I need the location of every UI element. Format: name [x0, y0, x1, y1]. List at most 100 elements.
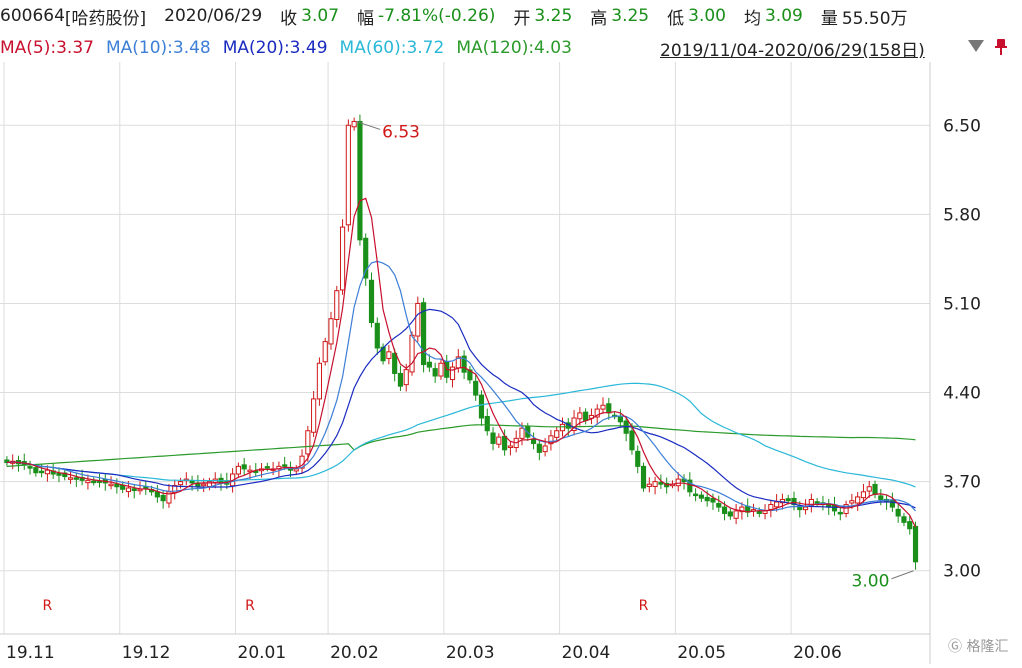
y-tick-label: 3.70 [943, 473, 981, 493]
candle-body [67, 477, 74, 480]
candle-body [530, 438, 537, 444]
avg-label: 均 [743, 8, 761, 29]
candle-body [264, 466, 270, 469]
ma10-line [6, 260, 916, 512]
candle-body [768, 504, 774, 510]
candle-body [478, 394, 485, 419]
candle-body [114, 483, 120, 488]
watermark-text: 格隆汇 [966, 639, 1009, 655]
candle-body [44, 469, 50, 475]
candle-body [108, 483, 114, 487]
candle-body [895, 508, 901, 517]
candle-body [502, 435, 508, 451]
candle-body [177, 481, 184, 486]
vol-value: 55.50万 [841, 8, 908, 29]
quote-header: 600664 [哈药股份] 2020/06/29 收 3.07 幅 -7.81%… [0, 0, 1022, 32]
candle-body [802, 506, 809, 511]
candle-body [600, 404, 606, 410]
candle-body [305, 430, 311, 455]
change-value: -7.81%(-0.26) [378, 6, 496, 26]
candle-body [583, 411, 589, 422]
candle-body [542, 445, 548, 453]
candle-body [606, 403, 612, 414]
candle-body [721, 506, 728, 514]
candle-body [397, 372, 404, 387]
candle-body [658, 481, 664, 485]
ma20-line [6, 308, 916, 509]
candle-body [154, 491, 160, 498]
candle-body [507, 445, 513, 449]
candle-body [351, 120, 357, 128]
candle-body [866, 486, 872, 492]
candle-body [652, 481, 658, 487]
vol-label: 量 [820, 8, 838, 29]
candle-body [710, 497, 716, 503]
candle-body [640, 465, 647, 489]
candle-body [311, 398, 317, 433]
candle-body [855, 496, 861, 504]
candle-body [85, 479, 91, 484]
candle-body [774, 501, 780, 508]
candle-body [143, 486, 149, 489]
chart-area: 6.50 5.80 5.10 4.40 3.70 3.00 19.11 19.12 20.01 2… [0, 62, 1022, 664]
x-tick-label: 20.06 [793, 643, 842, 663]
date-range-selector[interactable]: 2019/11/04-2020/06/29(158日) [660, 36, 925, 61]
avg-value: 3.09 [764, 6, 803, 26]
x-tick-label: 20.01 [238, 643, 287, 663]
x-tick-label: 20.04 [562, 643, 611, 663]
x-tick-label: 20.02 [330, 643, 379, 663]
candle-body [693, 493, 699, 497]
candle-body [33, 467, 39, 474]
candle-body [374, 322, 380, 349]
candle-body [415, 302, 421, 337]
quote-date: 2020/06/29 [164, 6, 263, 26]
ma20-legend: MA(20):3.49 [222, 38, 328, 58]
candle-body [785, 498, 791, 502]
change-label: 幅 [357, 8, 375, 29]
y-tick-label: 5.80 [943, 205, 981, 225]
candle-body [577, 412, 583, 420]
chevron-down-icon[interactable] [968, 40, 984, 52]
stock-code: 600664 [0, 6, 65, 26]
watermark-logo-icon: Ⓖ [948, 639, 962, 655]
candle-body [235, 465, 241, 475]
candle-body [536, 443, 542, 453]
candle-body [490, 432, 496, 444]
candle-body [137, 488, 143, 492]
x-tick-label: 19.11 [6, 643, 55, 663]
rights-marker: R [43, 598, 53, 614]
candle-body [675, 478, 681, 487]
candle-body [635, 450, 641, 467]
candle-body [368, 279, 375, 324]
candle-body [727, 511, 733, 517]
candle-body [189, 480, 195, 484]
candle-body [334, 290, 340, 320]
candle-body [814, 501, 820, 504]
candle-body [837, 511, 843, 515]
candle-body [860, 491, 867, 499]
ma120-legend: MA(120):4.03 [456, 38, 572, 58]
watermark: Ⓖ 格隆汇 [948, 636, 1008, 656]
candle-body [125, 487, 132, 493]
min-price-label: 3.00 [852, 572, 890, 592]
pin-icon[interactable] [994, 38, 1008, 56]
candle-body [559, 423, 566, 432]
candle-body [91, 480, 97, 484]
candle-body [316, 362, 323, 400]
ma10-legend: MA(10):3.48 [105, 38, 211, 58]
candle-body [646, 483, 652, 487]
candle-body [733, 510, 739, 519]
y-tick-label: 3.00 [943, 562, 981, 582]
candle-body [432, 368, 438, 377]
y-tick-label: 5.10 [943, 294, 981, 314]
high-value: 3.25 [611, 6, 650, 26]
candle-body [716, 503, 722, 508]
candle-body [473, 380, 479, 396]
candle-body [756, 510, 762, 514]
ma60-legend: MA(60):3.72 [339, 38, 445, 58]
candle-body [426, 361, 432, 368]
max-price-label: 6.53 [382, 122, 420, 142]
candle-body [241, 464, 247, 470]
candle-body [345, 124, 351, 226]
candle-body [39, 470, 45, 474]
